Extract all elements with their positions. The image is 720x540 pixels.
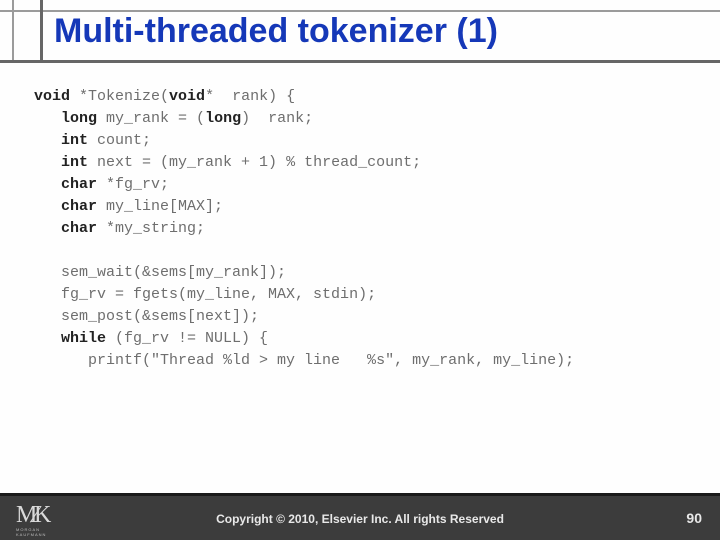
kw-char: char	[61, 220, 97, 237]
kw-while: while	[61, 330, 106, 347]
code-text: my_rank = (	[97, 110, 205, 127]
code-text: sem_post(&sems[next]);	[61, 308, 259, 325]
code-text: printf("Thread %ld > my line %s", my_ran…	[88, 352, 574, 369]
kw-long: long	[205, 110, 241, 127]
kw-int: int	[61, 132, 88, 149]
grid-line-h2	[0, 60, 720, 63]
slide-title: Multi-threaded tokenizer (1)	[54, 12, 498, 51]
footer-bar: M/K MORGAN KAUFMANN Copyright © 2010, El…	[0, 496, 720, 540]
code-block: void *Tokenize(void* rank) { long my_ran…	[34, 86, 574, 372]
kw-void: void	[169, 88, 205, 105]
code-text: my_line[MAX];	[97, 198, 223, 215]
code-text: sem_wait(&sems[my_rank]);	[61, 264, 286, 281]
code-text: *Tokenize(	[70, 88, 169, 105]
copyright-text: Copyright © 2010, Elsevier Inc. All righ…	[0, 512, 720, 526]
page-number: 90	[686, 510, 702, 526]
grid-line-v1	[12, 0, 14, 62]
code-text: fg_rv = fgets(my_line, MAX, stdin);	[61, 286, 376, 303]
slide: Multi-threaded tokenizer (1) void *Token…	[0, 0, 720, 540]
code-text: * rank) {	[205, 88, 295, 105]
code-text: next = (my_rank + 1) % thread_count;	[88, 154, 421, 171]
code-text: *my_string;	[97, 220, 205, 237]
code-text: (fg_rv != NULL) {	[106, 330, 268, 347]
kw-char: char	[61, 176, 97, 193]
code-text: ) rank;	[241, 110, 313, 127]
code-text: *fg_rv;	[97, 176, 169, 193]
kw-int: int	[61, 154, 88, 171]
kw-long: long	[61, 110, 97, 127]
kw-void: void	[34, 88, 70, 105]
grid-line-v2	[40, 0, 43, 62]
kw-char: char	[61, 198, 97, 215]
code-text: count;	[88, 132, 151, 149]
